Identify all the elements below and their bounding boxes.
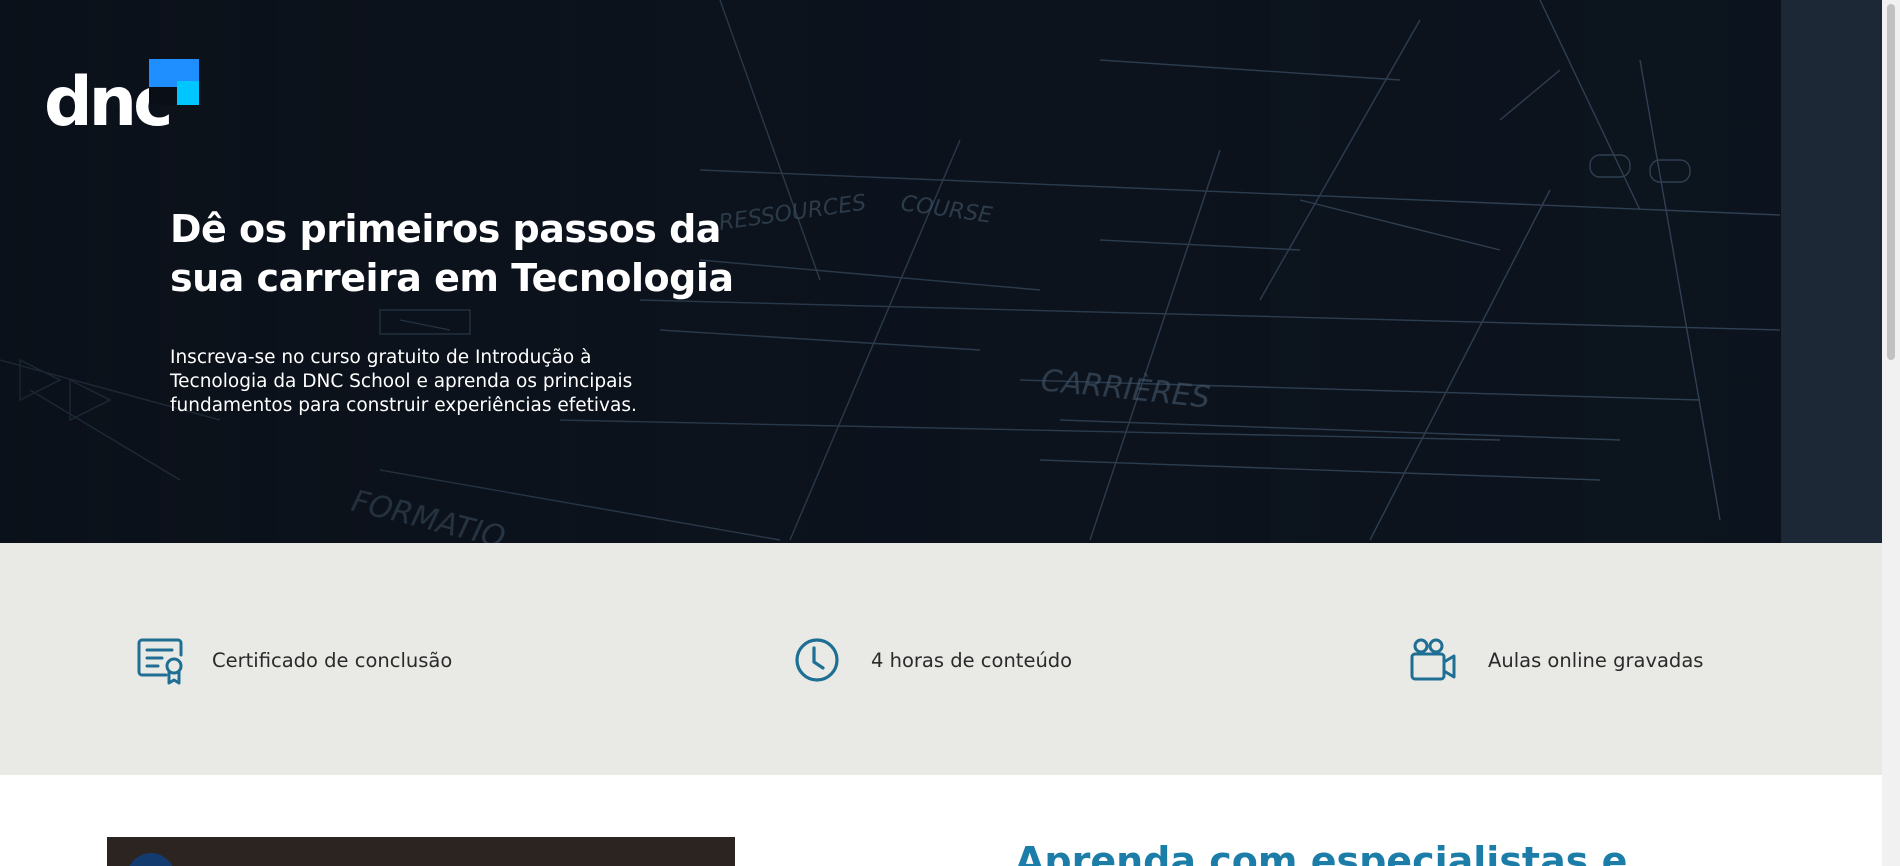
hero-section: CARRIÈRES FORMATIO RESSOURCES COURSE dnc…	[0, 0, 1882, 543]
logo-square-blue	[149, 59, 177, 87]
feature-online-classes: Aulas online gravadas	[1406, 633, 1703, 687]
feature-certificate: Certificado de conclusão	[134, 633, 452, 687]
video-thumbnail[interactable]	[107, 837, 735, 866]
logo-square-cutout	[149, 87, 177, 105]
certificate-icon	[134, 633, 188, 687]
hero-subtitle-line-2: Tecnologia da DNC School e aprenda os pr…	[170, 371, 633, 392]
hero-right-edge	[1781, 0, 1882, 543]
hero-title-line-2: sua carreira em Tecnologia	[170, 256, 734, 300]
feature-hours: 4 horas de conteúdo	[790, 633, 1072, 687]
logo-square-cyan	[177, 81, 199, 105]
clock-icon	[790, 633, 844, 687]
hero-subtitle-line-1: Inscreva-se no curso gratuito de Introdu…	[170, 347, 592, 368]
dnc-logo[interactable]: dnc	[44, 59, 204, 139]
feature-certificate-label: Certificado de conclusão	[212, 648, 453, 672]
feature-online-classes-label: Aulas online gravadas	[1488, 648, 1704, 672]
hero-title-line-1: Dê os primeiros passos da	[170, 207, 721, 251]
hero-subtitle: Inscreva-se no curso gratuito de Introdu…	[170, 346, 690, 418]
instructors-title: Aprenda com especialistas e	[1015, 839, 1628, 866]
video-camera-icon	[1406, 633, 1460, 687]
page-scrollbar[interactable]	[1882, 0, 1900, 866]
feature-hours-label: 4 horas de conteúdo	[871, 648, 1073, 672]
hero-title: Dê os primeiros passos da sua carreira e…	[170, 205, 790, 303]
features-bar: Certificado de conclusão 4 horas de cont…	[0, 543, 1882, 775]
instructors-section: Aprenda com especialistas e	[0, 775, 1882, 866]
play-button-icon[interactable]	[127, 853, 175, 866]
hero-subtitle-line-3: fundamentos para construir experiências …	[170, 395, 637, 416]
scrollbar-thumb[interactable]	[1887, 4, 1895, 360]
